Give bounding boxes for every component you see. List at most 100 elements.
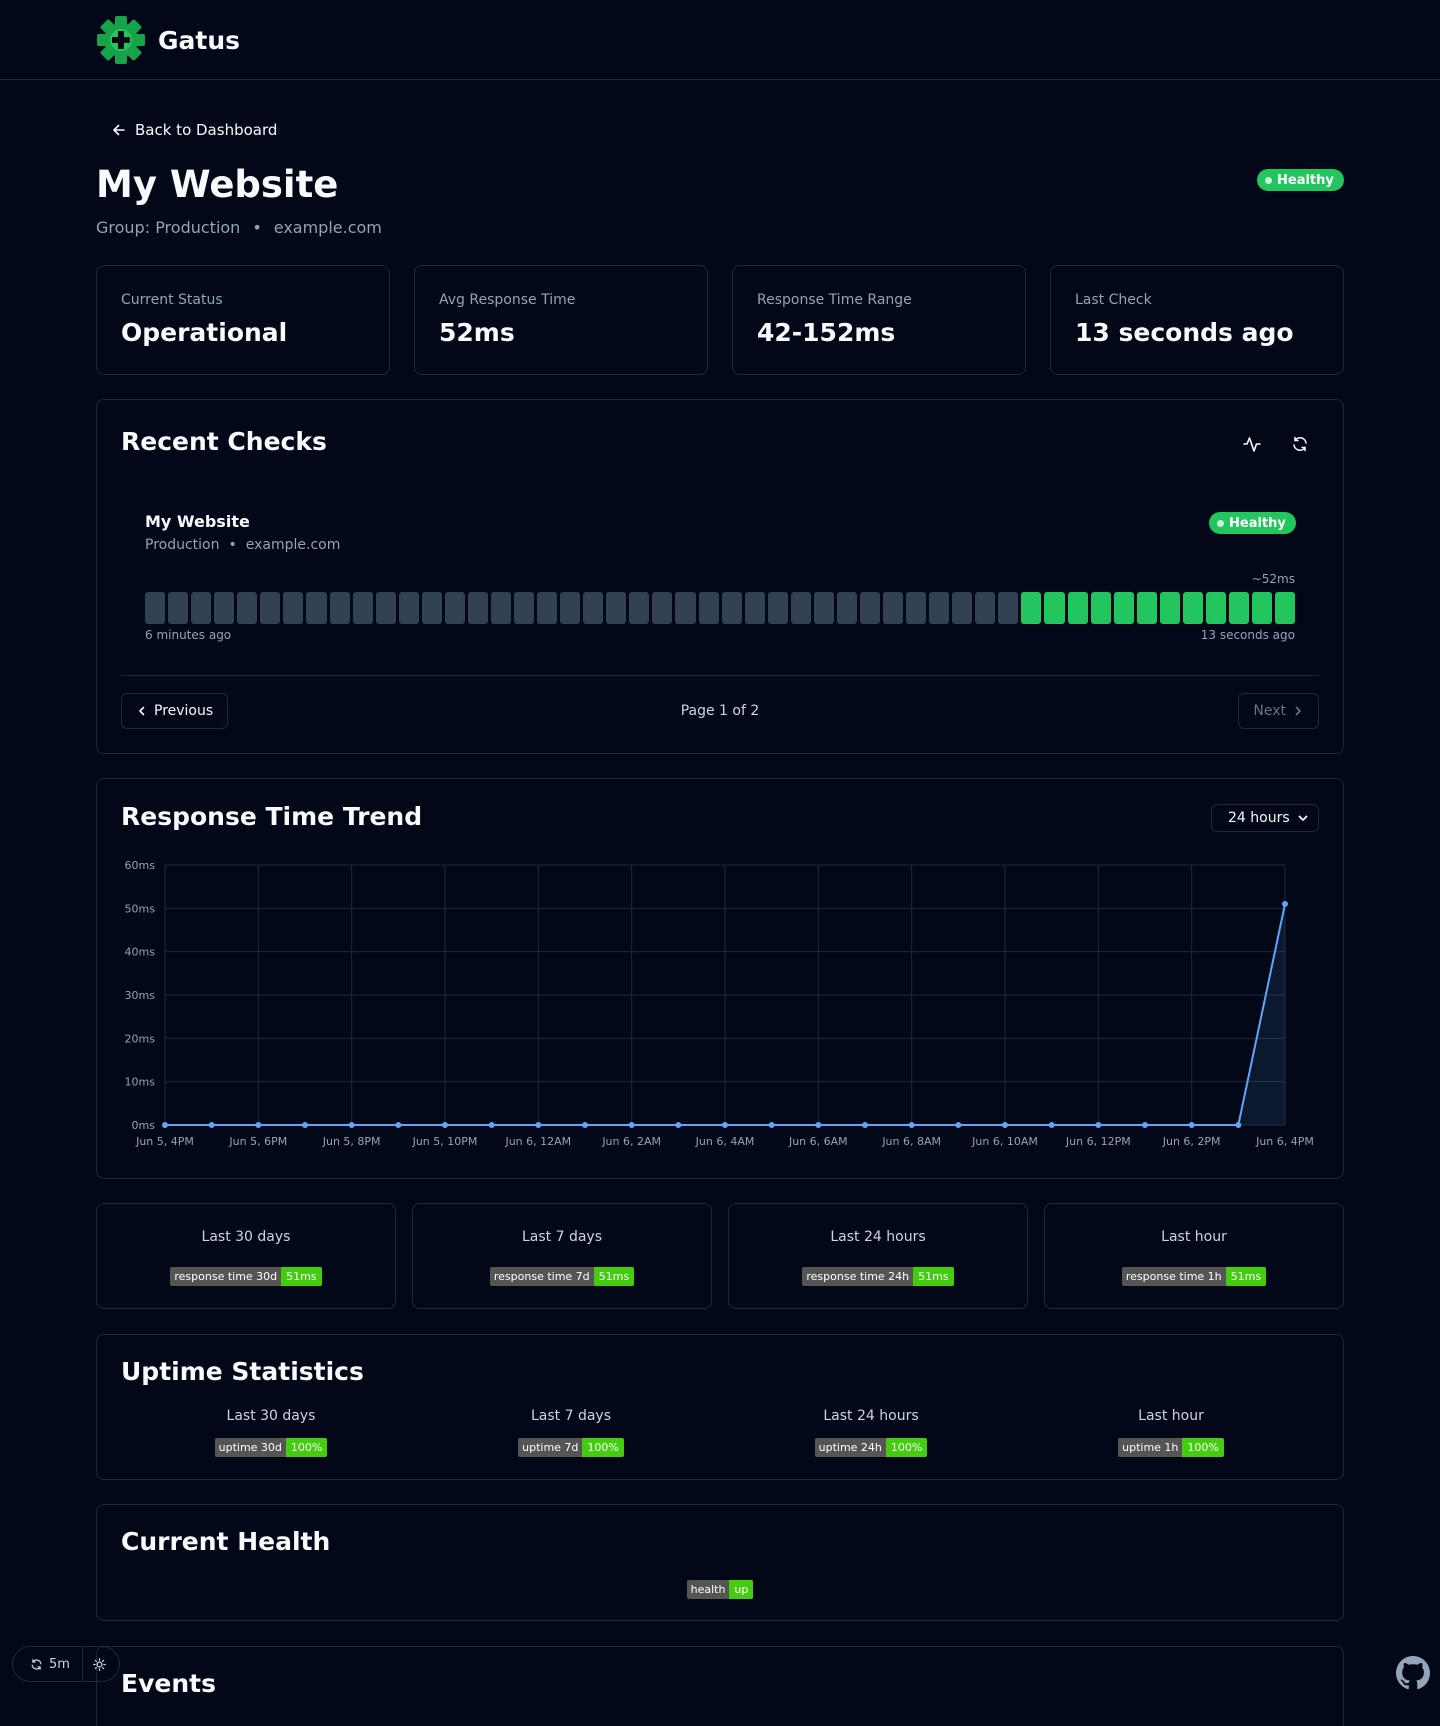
refresh-interval-button[interactable]: 5m [13, 1647, 83, 1681]
result-bar-success[interactable] [1159, 592, 1180, 624]
stat-card-avg-response: Avg Response Time 52ms [414, 265, 708, 375]
result-bar-empty[interactable] [168, 592, 189, 624]
theme-toggle-button[interactable] [83, 1647, 117, 1681]
data-point [1048, 1122, 1055, 1128]
data-point [302, 1122, 308, 1128]
refresh-icon [31, 1658, 42, 1670]
result-bar-success[interactable] [1275, 592, 1296, 624]
github-link[interactable] [1396, 1656, 1430, 1690]
arrow-left-icon [113, 124, 125, 136]
result-bar-success[interactable] [1113, 592, 1134, 624]
divider [121, 675, 1319, 676]
badge-value: 51ms [913, 1267, 954, 1286]
response-time-card-30d: Last 30 days response time 30d 51ms [96, 1203, 396, 1309]
result-bar-success[interactable] [1067, 592, 1088, 624]
github-icon [1396, 1656, 1430, 1690]
result-bar-empty[interactable] [283, 592, 304, 624]
result-bar-empty[interactable] [260, 592, 281, 624]
result-bar-empty[interactable] [537, 592, 558, 624]
result-bar-empty[interactable] [191, 592, 212, 624]
status-badge: Healthy [1257, 169, 1344, 191]
y-tick-label: 0ms [132, 1119, 156, 1132]
result-bar-empty[interactable] [145, 592, 166, 624]
health-badge: health up [97, 1578, 1343, 1599]
data-point [442, 1122, 448, 1128]
result-bar-empty[interactable] [906, 592, 927, 624]
result-bar-empty[interactable] [767, 592, 788, 624]
result-bar-empty[interactable] [652, 592, 673, 624]
y-tick-label: 50ms [125, 902, 156, 915]
result-bar-empty[interactable] [214, 592, 235, 624]
chevron-down-icon [1298, 815, 1308, 821]
stat-label: Current Status [121, 292, 223, 308]
result-bar-empty[interactable] [467, 592, 488, 624]
badge-value: 51ms [593, 1267, 635, 1286]
result-bar-empty[interactable] [490, 592, 511, 624]
result-bar-empty[interactable] [952, 592, 973, 624]
badge-key: uptime 30d [214, 1438, 286, 1457]
result-bar-success[interactable] [1228, 592, 1249, 624]
y-tick-label: 40ms [125, 946, 156, 959]
result-bar-empty[interactable] [237, 592, 258, 624]
result-bar-success[interactable] [1090, 592, 1111, 624]
data-point [862, 1122, 868, 1128]
next-button[interactable]: Next [1238, 693, 1319, 729]
endpoint-hostname: example.com [245, 537, 341, 553]
result-bar-empty[interactable] [398, 592, 419, 624]
result-bar-empty[interactable] [352, 592, 373, 624]
result-bar-success[interactable] [1021, 592, 1042, 624]
result-bar-empty[interactable] [883, 592, 904, 624]
result-bar-success[interactable] [1044, 592, 1065, 624]
result-bar-empty[interactable] [306, 592, 327, 624]
result-bar-success[interactable] [1252, 592, 1273, 624]
data-point [395, 1122, 402, 1128]
result-bar-empty[interactable] [790, 592, 811, 624]
brand[interactable]: Gatus [96, 15, 240, 65]
toggle-chart-button[interactable] [1235, 427, 1269, 461]
result-bar-empty[interactable] [421, 592, 442, 624]
result-bar-empty[interactable] [721, 592, 742, 624]
endpoint-subtitle: Group: Production • example.com [96, 218, 382, 237]
oldest-result-label: 6 minutes ago [145, 628, 232, 642]
endpoint-name[interactable]: My Website [145, 512, 250, 531]
result-bar-empty[interactable] [629, 592, 650, 624]
result-bar-empty[interactable] [698, 592, 719, 624]
result-bar-empty[interactable] [514, 592, 535, 624]
hostname-text: example.com [273, 218, 382, 237]
result-bar-empty[interactable] [813, 592, 834, 624]
result-bar-empty[interactable] [444, 592, 465, 624]
result-bar-empty[interactable] [975, 592, 996, 624]
result-bar-empty[interactable] [583, 592, 604, 624]
x-tick-label: Jun 6, 10AM [971, 1135, 1038, 1148]
refresh-button[interactable] [1283, 427, 1317, 461]
page-info: Page 1 of 2 [680, 703, 760, 719]
result-bar-empty[interactable] [329, 592, 350, 624]
response-time-card-7d: Last 7 days response time 7d 51ms [412, 1203, 712, 1309]
result-bar-success[interactable] [1182, 592, 1203, 624]
result-bar-success[interactable] [1205, 592, 1226, 624]
result-bar-empty[interactable] [998, 592, 1019, 624]
activity-icon [1243, 437, 1261, 452]
badge-key: response time 30d [170, 1267, 282, 1286]
result-bar-empty[interactable] [744, 592, 765, 624]
result-bar-empty[interactable] [375, 592, 396, 624]
result-bar-empty[interactable] [560, 592, 581, 624]
result-bar-success[interactable] [1136, 592, 1157, 624]
stat-value: 52ms [439, 318, 515, 347]
time-range-select[interactable]: 24 hours [1211, 804, 1319, 832]
x-tick-label: Jun 6, 4AM [695, 1135, 755, 1148]
result-bar-empty[interactable] [836, 592, 857, 624]
result-bar-empty[interactable] [606, 592, 627, 624]
result-bar-empty[interactable] [859, 592, 880, 624]
result-bar-empty[interactable] [929, 592, 950, 624]
endpoint-status-badge: Healthy [1209, 512, 1296, 534]
stat-label: Last Check [1075, 292, 1152, 308]
result-bar-empty[interactable] [675, 592, 696, 624]
back-to-dashboard-link[interactable]: Back to Dashboard [112, 121, 277, 139]
data-point [768, 1122, 775, 1128]
refresh-interval-value: 5m [49, 1656, 70, 1672]
x-tick-label: Jun 5, 4PM [135, 1135, 194, 1148]
page-title: My Website [96, 163, 339, 206]
separator-dot: • [252, 218, 262, 237]
trend-title: Response Time Trend [121, 802, 423, 831]
